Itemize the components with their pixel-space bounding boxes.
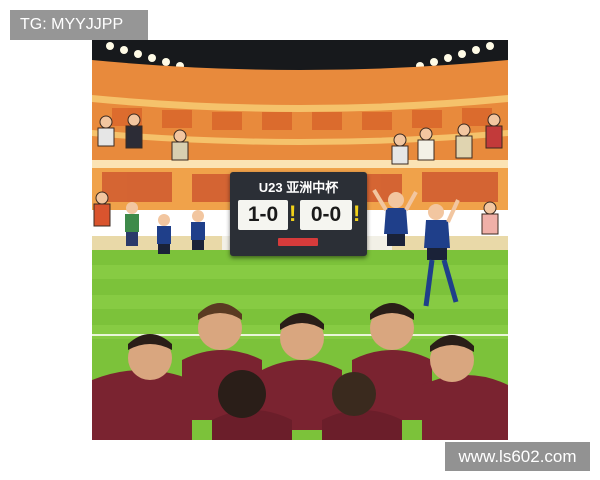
scoreboard-lamp: [278, 238, 318, 246]
site-overlay: www.ls602.com: [445, 442, 590, 471]
exclamation-mark-1: !: [289, 201, 297, 226]
scoreboard: U23 亚洲中杯 1-0 ! 0-0 !: [230, 172, 367, 256]
scoreboard-title: U23 亚洲中杯: [258, 180, 339, 195]
score-right: 0-0: [300, 200, 352, 230]
tg-tag-overlay: TG: MYYJJPP: [10, 10, 148, 40]
score-left: 1-0: [238, 200, 288, 230]
exclamation-mark-2: !: [353, 201, 361, 226]
